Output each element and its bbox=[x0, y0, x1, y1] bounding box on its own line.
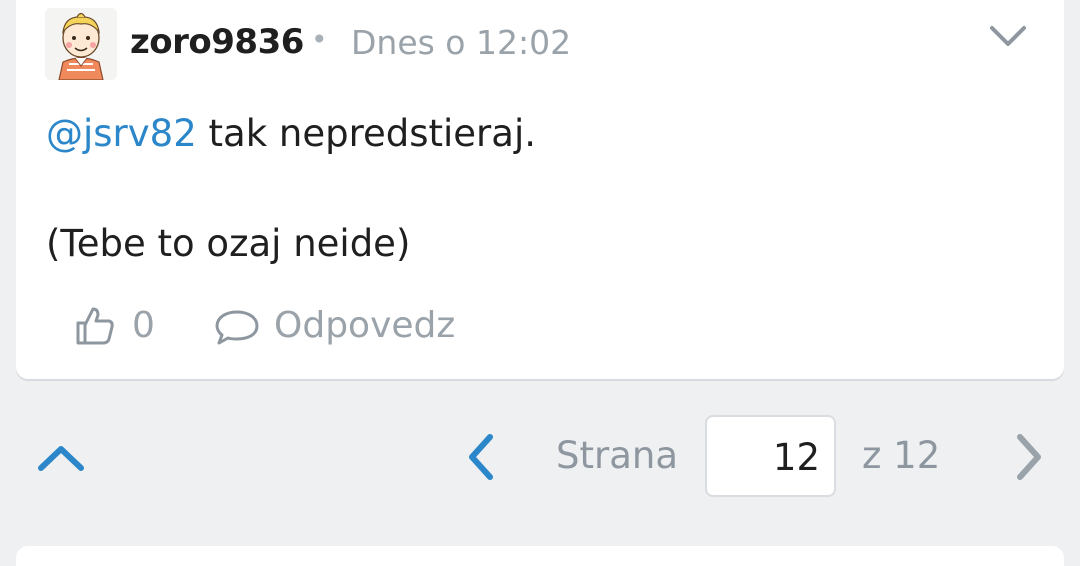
like-count: 0 bbox=[132, 305, 155, 346]
separator-dot: • bbox=[311, 23, 328, 56]
mention-link[interactable]: @jsrv82 bbox=[46, 112, 197, 155]
chevron-up-icon[interactable] bbox=[36, 440, 86, 474]
speech-bubble-icon[interactable] bbox=[214, 307, 260, 347]
page-total: z 12 bbox=[862, 434, 941, 477]
chevron-down-icon[interactable] bbox=[988, 16, 1028, 56]
post-card: zoro9836 • Dnes o 12:02 @jsrv82 tak nepr… bbox=[16, 0, 1064, 379]
cartoon-boy-avatar-icon bbox=[45, 8, 117, 80]
page-number-input[interactable]: 12 bbox=[705, 415, 836, 497]
username[interactable]: zoro9836 bbox=[130, 22, 304, 62]
next-post-card bbox=[16, 546, 1064, 566]
page-label: Strana bbox=[556, 434, 679, 477]
user-avatar[interactable] bbox=[45, 8, 117, 80]
post-text-line-1: @jsrv82 tak nepredstieraj. bbox=[46, 112, 536, 155]
post-text-rest: tak nepredstieraj. bbox=[196, 112, 536, 155]
post-timestamp: Dnes o 12:02 bbox=[351, 23, 572, 62]
thumbs-up-icon[interactable] bbox=[74, 305, 116, 347]
reply-button[interactable]: Odpovedz bbox=[274, 305, 455, 346]
chevron-right-icon[interactable] bbox=[1010, 432, 1048, 482]
chevron-left-icon[interactable] bbox=[462, 432, 500, 482]
post-text-line-2: (Tebe to ozaj neide) bbox=[46, 222, 411, 265]
